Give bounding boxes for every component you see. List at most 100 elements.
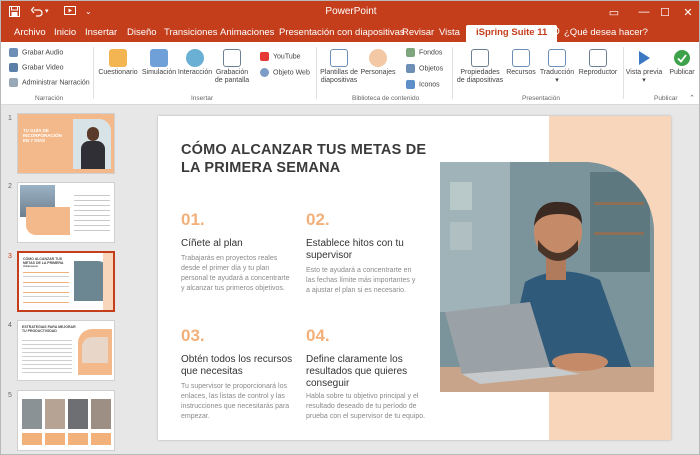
slide-thumbnail-1[interactable]: TU GUÍA DE INCORPORACIÓN EN 7 DÍAS [17, 113, 115, 174]
close-button[interactable]: ✕ [671, 1, 699, 23]
tab-insertar[interactable]: Insertar [85, 25, 117, 42]
objetos-button[interactable]: Objetos [406, 64, 443, 73]
ribbon-display-options-button[interactable]: ▭ [597, 1, 631, 23]
player-icon [589, 49, 607, 67]
iconos-button[interactable]: Iconos [406, 80, 440, 89]
item-number: 04. [306, 326, 330, 345]
window-title: PowerPoint [325, 6, 377, 17]
group-label-publicar: Publicar [654, 95, 678, 102]
publicar-button[interactable]: Publicar [665, 49, 699, 77]
thumbnail-1-photo [73, 119, 111, 169]
man-with-laptop-photo[interactable] [440, 162, 654, 392]
thumbnail-1-title: TU GUÍA DE INCORPORACIÓN EN 7 DÍAS [23, 128, 62, 143]
cuestionario-button[interactable]: Cuestionario [98, 49, 138, 77]
item-title[interactable]: Obtén todos los recursos que necesitas [181, 354, 296, 378]
slide-title[interactable]: CÓMO ALCANZAR TUS METAS DE LA PRIMERA SE… [181, 141, 441, 177]
slide-number: 4 [8, 322, 12, 329]
objeto-web-button[interactable]: Objeto Web [260, 68, 310, 77]
tell-me-search[interactable]: ¿Qué desea hacer? [564, 25, 648, 42]
grabar-video-button[interactable]: Grabar Video [9, 63, 64, 72]
slide-thumbnail-3[interactable]: CÓMO ALCANZAR TUS METAS DE LA PRIMERA SE… [17, 251, 115, 312]
simulacion-button[interactable]: Simulación [141, 49, 177, 77]
traduccion-dropdown-icon[interactable]: ▾ [555, 77, 559, 84]
tab-diseno[interactable]: Diseño [127, 25, 157, 42]
thumbnail-2-text-lines [74, 191, 110, 231]
powerpoint-window: ▾ ⌄ PowerPoint ▭ — ☐ ✕ Archivo Inicio In… [0, 0, 700, 455]
item-body[interactable]: Tu supervisor te proporcionará los enlac… [181, 382, 296, 422]
thumbnail-4-photo [78, 329, 112, 375]
ribbon: Grabar Audio Grabar Video Administrar Na… [1, 42, 699, 105]
slide-thumbnail-2[interactable] [17, 182, 115, 243]
item-title[interactable]: Cíñete al plan [181, 238, 291, 250]
personajes-label: Personajes [360, 69, 396, 76]
grabacion-pantalla-button[interactable]: Grabación de pantalla [213, 49, 251, 85]
quiz-icon [109, 49, 127, 67]
maximize-icon: ☐ [660, 6, 670, 19]
propiedades-label-line1: Propiedades [460, 69, 500, 76]
item-number: 02. [306, 210, 330, 229]
vista-previa-dropdown-icon[interactable]: ▾ [642, 77, 646, 84]
publish-icon [674, 50, 690, 66]
tab-inicio[interactable]: Inicio [54, 25, 76, 42]
administrar-narracion-button[interactable]: Administrar Narración [9, 78, 90, 87]
item-title[interactable]: Establece hitos con tu supervisor [306, 238, 406, 262]
simulation-icon [150, 49, 168, 67]
play-icon [639, 51, 650, 65]
slide-thumbnails-pane: 1 TU GUÍA DE INCORPORACIÓN EN 7 DÍAS 2 3… [1, 106, 123, 454]
personajes-button[interactable]: Personajes [359, 49, 397, 77]
grabacion-label-line1: Grabación [215, 69, 249, 76]
collapse-ribbon-icon[interactable]: ⌃ [689, 94, 695, 102]
lightbulb-icon [551, 27, 560, 38]
grabar-audio-button[interactable]: Grabar Audio [9, 48, 63, 57]
fondos-button[interactable]: Fondos [406, 48, 442, 57]
interaccion-button[interactable]: Interacción [177, 49, 213, 77]
propiedades-button[interactable]: Propiedades de diapositivas [455, 49, 505, 85]
tab-animaciones[interactable]: Animaciones [220, 25, 274, 42]
tab-ispring-suite[interactable]: iSpring Suite 11 [466, 25, 558, 42]
group-label-presentacion: Presentación [522, 95, 560, 102]
plantillas-label-line1: Plantillas de [320, 69, 358, 76]
templates-icon [330, 49, 348, 67]
slide-thumbnail-5[interactable] [17, 390, 115, 451]
title-bar: ▾ ⌄ PowerPoint ▭ — ☐ ✕ [1, 1, 699, 23]
fondos-label: Fondos [419, 49, 443, 57]
item-body[interactable]: Esto te ayudará a concentrarte en las fe… [306, 266, 416, 296]
youtube-button[interactable]: YouTube [260, 52, 301, 61]
slide-number: 1 [8, 115, 12, 122]
tab-transiciones[interactable]: Transiciones [164, 25, 218, 42]
narration-manager-icon [9, 78, 18, 87]
vista-previa-button[interactable]: Vista previa ▾ [625, 49, 663, 85]
objects-icon [406, 64, 415, 73]
screen-recording-icon [223, 49, 241, 67]
interaction-icon [186, 49, 204, 67]
group-separator [316, 47, 317, 99]
cuestionario-label: Cuestionario [98, 69, 138, 76]
current-slide[interactable]: CÓMO ALCANZAR TUS METAS DE LA PRIMERA SE… [158, 116, 671, 440]
thumbnail-5-photo-3 [68, 399, 88, 429]
item-number: 01. [181, 210, 205, 229]
traduccion-label: Traducción [539, 69, 575, 76]
recursos-button[interactable]: Recursos [504, 49, 538, 77]
item-title[interactable]: Define claramente los resultados que qui… [306, 354, 421, 390]
reproductor-button[interactable]: Reproductor [576, 49, 620, 77]
reproductor-label: Reproductor [578, 69, 618, 76]
slide-number: 3 [8, 253, 12, 260]
character-icon [369, 49, 387, 67]
objeto-web-label: Objeto Web [273, 69, 310, 77]
tab-vista[interactable]: Vista [439, 25, 460, 42]
administrar-narracion-label: Administrar Narración [22, 79, 90, 87]
propiedades-label-line2: de diapositivas [456, 77, 504, 84]
tab-archivo[interactable]: Archivo [14, 25, 46, 42]
tab-revisar[interactable]: Revisar [402, 25, 434, 42]
item-body[interactable]: Trabajarás en proyectos reales desde el … [181, 254, 291, 294]
thumbnail-2-peach-shape [26, 207, 70, 235]
traduccion-button[interactable]: Traducción ▾ [538, 49, 576, 85]
plantillas-button[interactable]: Plantillas de diapositivas [319, 49, 359, 85]
tab-presentacion[interactable]: Presentación con diapositivas [279, 25, 405, 42]
slide-thumbnail-4[interactable]: ESTRATEGIAS PARA MEJORAR TU PRODUCTIVIDA… [17, 320, 115, 381]
item-body[interactable]: Habla sobre tu objetivo principal y el r… [306, 392, 434, 422]
group-separator [623, 47, 624, 99]
ribbon-display-icon: ▭ [608, 6, 620, 19]
thumbnail-5-captions [22, 433, 111, 445]
thumbnail-3-peach [103, 253, 113, 310]
